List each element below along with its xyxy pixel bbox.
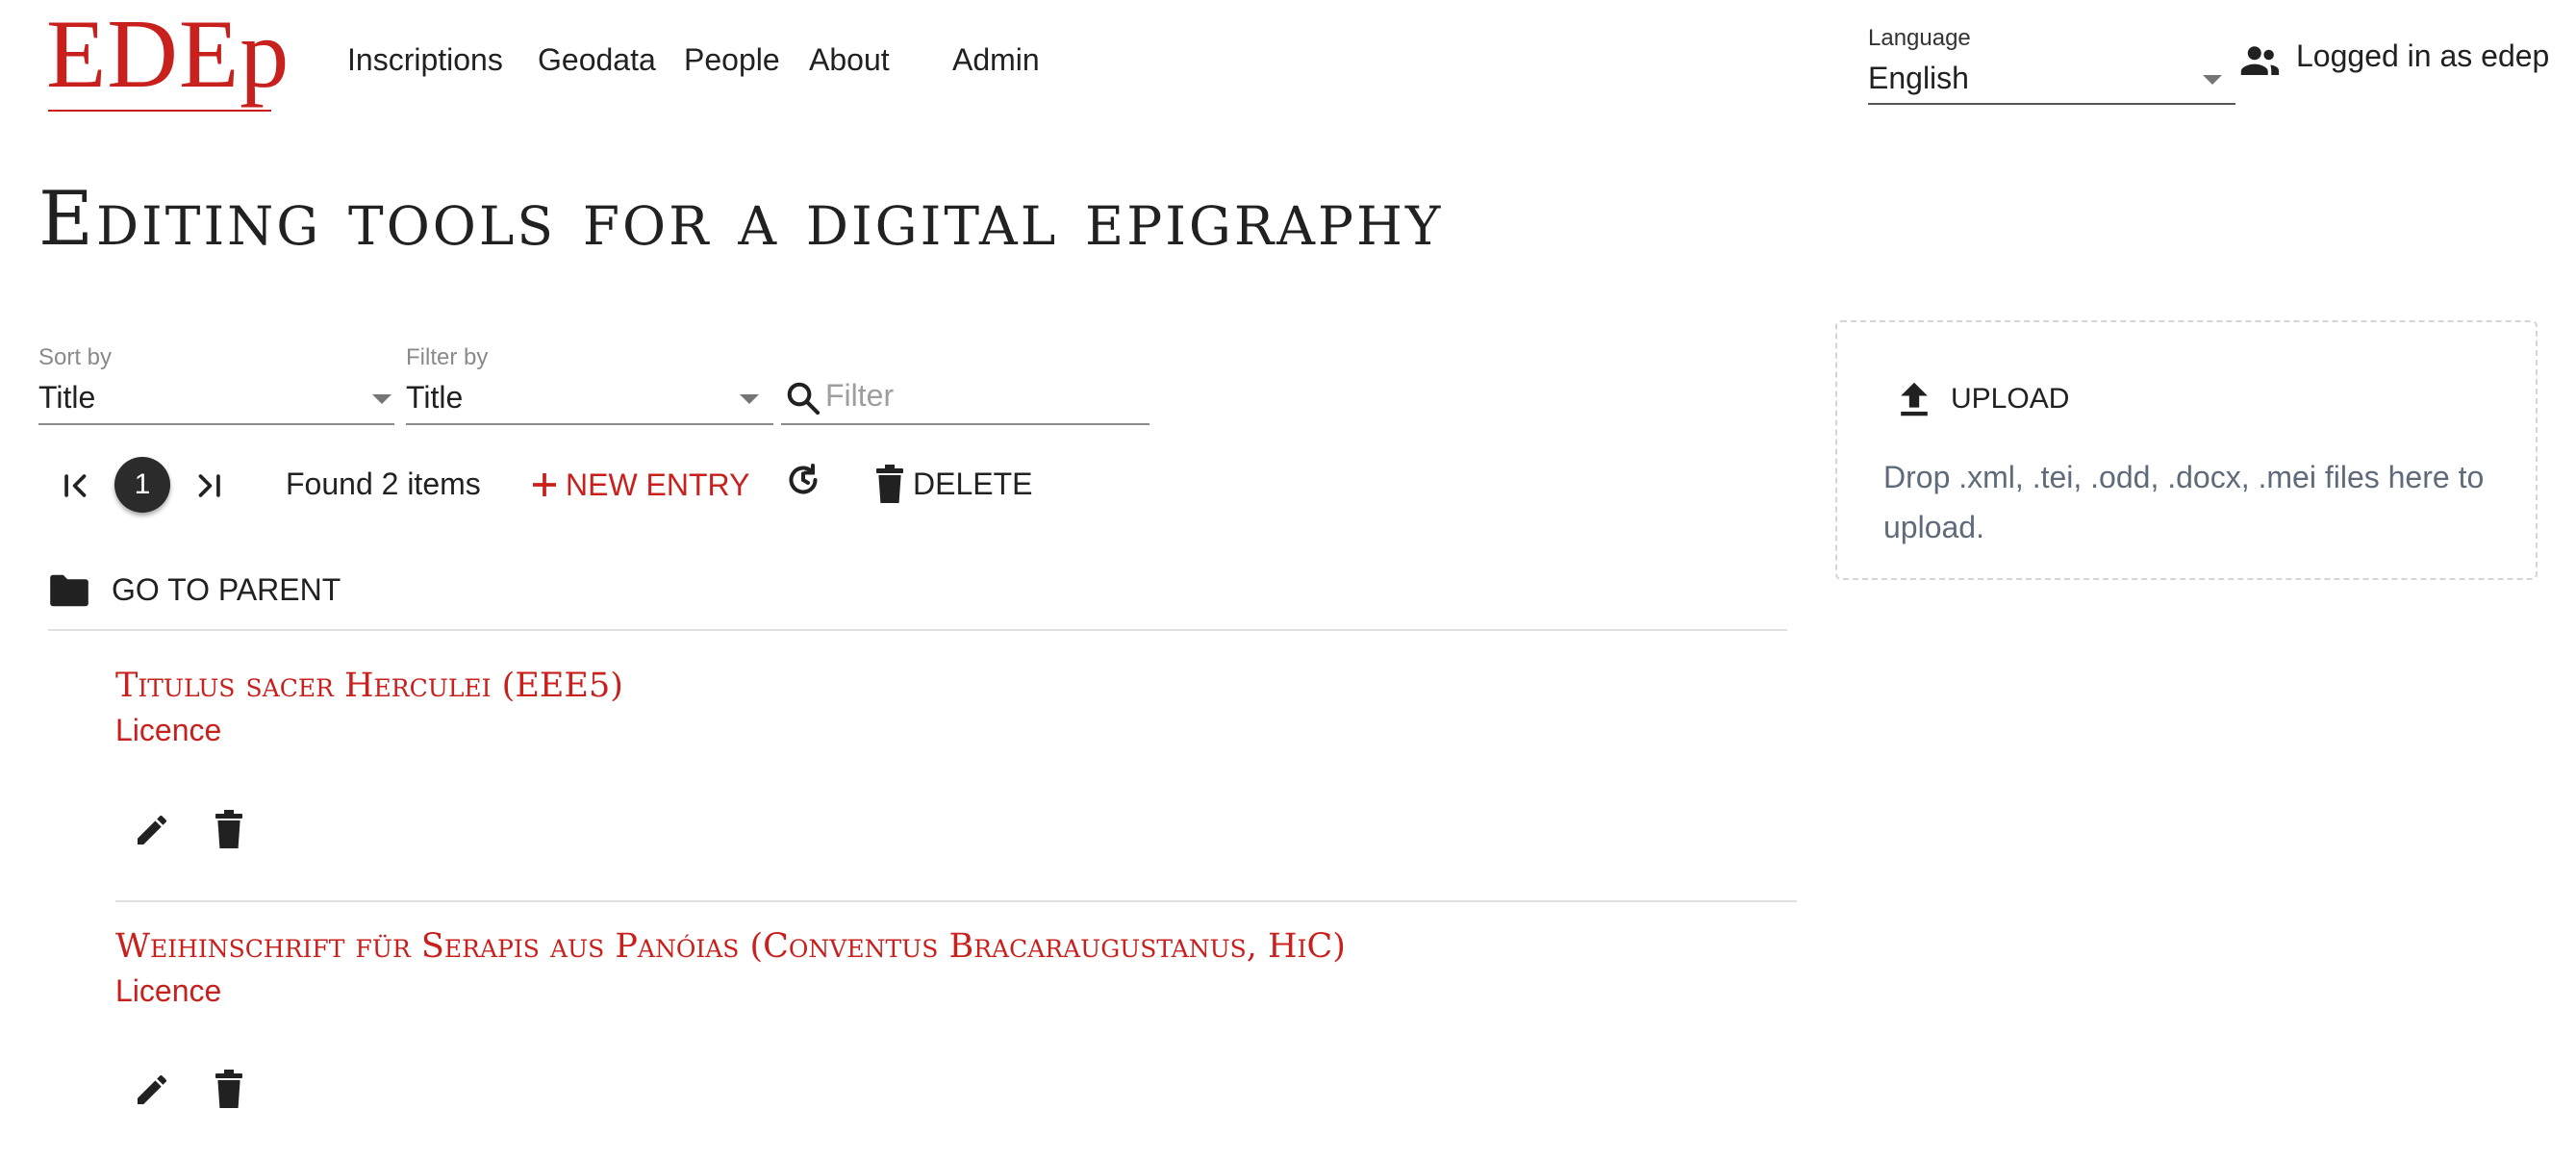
divider <box>115 900 1797 902</box>
first-page-icon[interactable] <box>60 469 92 502</box>
go-to-parent-button[interactable]: GO TO PARENT <box>48 572 341 608</box>
trash-icon[interactable] <box>214 810 244 848</box>
logo[interactable]: EDEp <box>46 6 290 104</box>
refresh-icon[interactable] <box>784 461 822 499</box>
page-button-current[interactable]: 1 <box>114 457 170 513</box>
user-group-icon <box>2239 44 2280 79</box>
item-title[interactable]: Titulus sacer Herculei (EEE5) <box>115 667 623 705</box>
delete-button[interactable]: DELETE <box>874 462 1032 506</box>
divider <box>48 629 1787 631</box>
upload-hint: Drop .xml, .tei, .odd, .docx, .mei files… <box>1883 460 2485 544</box>
language-select-underline <box>1868 103 2235 105</box>
item-title[interactable]: Weihinschrift für Serapis aus Panóias (C… <box>115 927 1346 966</box>
upload-button[interactable]: UPLOAD <box>1897 381 2069 417</box>
trash-icon[interactable] <box>214 1070 244 1108</box>
new-entry-button[interactable]: NEW ENTRY <box>529 464 749 506</box>
search-icon <box>785 380 821 416</box>
language-select[interactable]: English <box>1868 61 1969 96</box>
filter-by-underline <box>406 423 773 425</box>
last-page-icon[interactable] <box>192 469 225 502</box>
language-label: Language <box>1868 25 1971 51</box>
sort-by-select[interactable]: Title <box>38 380 95 416</box>
item-licence-link[interactable]: Licence <box>115 713 221 748</box>
nav-admin[interactable]: Admin <box>952 41 1040 78</box>
pencil-icon[interactable] <box>133 1071 171 1109</box>
nav-about[interactable]: About <box>809 41 890 78</box>
plus-icon <box>529 469 560 500</box>
nav-people[interactable]: People <box>684 41 780 78</box>
new-entry-label: NEW ENTRY <box>566 467 750 502</box>
upload-icon <box>1897 381 1932 417</box>
go-to-parent-label: GO TO PARENT <box>112 572 341 607</box>
chevron-down-icon[interactable] <box>372 394 391 404</box>
filter-by-select[interactable]: Title <box>406 380 463 416</box>
upload-label: UPLOAD <box>1951 383 2070 415</box>
filter-by-label: Filter by <box>406 344 489 370</box>
pencil-icon[interactable] <box>133 811 171 849</box>
nav-inscriptions[interactable]: Inscriptions <box>347 41 503 78</box>
found-items-count: Found 2 items <box>286 467 481 501</box>
chevron-down-icon[interactable] <box>740 394 759 404</box>
filter-input-underline <box>781 423 1149 425</box>
logged-in-status[interactable]: Logged in as edep <box>2296 38 2549 74</box>
chevron-down-icon[interactable] <box>2203 75 2222 85</box>
delete-label: DELETE <box>913 466 1033 501</box>
item-licence-link[interactable]: Licence <box>115 973 221 1009</box>
sort-by-label: Sort by <box>38 344 113 370</box>
sort-by-underline <box>38 423 394 425</box>
folder-icon <box>48 573 90 608</box>
nav-geodata[interactable]: Geodata <box>538 41 656 78</box>
filter-input[interactable] <box>825 378 1143 414</box>
page-title: Editing tools for a digital epigraphy <box>38 176 1444 263</box>
trash-icon <box>874 465 905 503</box>
logo-underline <box>48 110 271 112</box>
